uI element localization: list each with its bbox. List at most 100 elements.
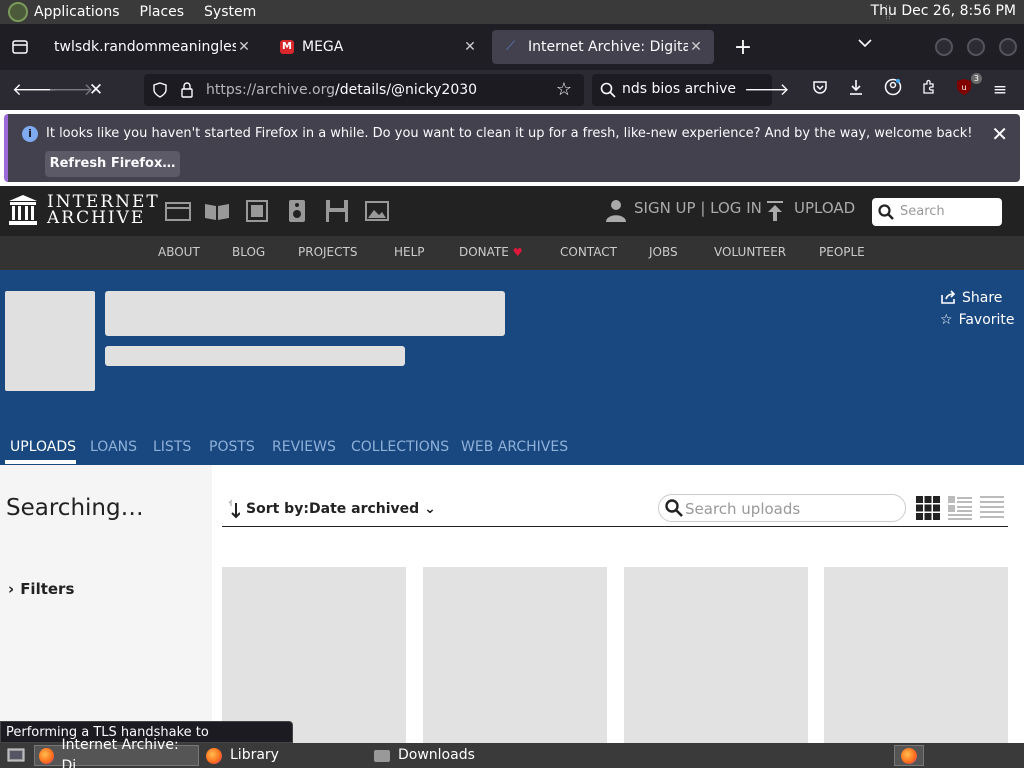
close-icon[interactable]: ✕ bbox=[688, 39, 704, 55]
upload-icon bbox=[767, 201, 783, 221]
video-film-icon[interactable] bbox=[244, 200, 270, 222]
subnav-about[interactable]: ABOUT bbox=[158, 245, 200, 259]
grid-view-icon[interactable] bbox=[916, 496, 940, 520]
searching-status: Searching… bbox=[6, 495, 144, 521]
tab-title: Internet Archive: Digital Libr bbox=[528, 39, 688, 55]
ia-logo-text[interactable]: INTERNET ARCHIVE bbox=[47, 194, 160, 227]
internet-archive-icon: ⟋ bbox=[506, 39, 516, 54]
stop-loading-icon[interactable]: ✕ bbox=[84, 78, 108, 102]
result-card-placeholder bbox=[824, 567, 1008, 747]
refresh-firefox-button[interactable]: Refresh Firefox… bbox=[45, 151, 180, 177]
search-uploads-input[interactable]: Search uploads bbox=[658, 494, 906, 522]
chevron-right-icon: › bbox=[8, 580, 15, 598]
url-bar[interactable]: https://archive.org/details/@nicky2030 ☆ bbox=[144, 74, 584, 106]
tab-uploads[interactable]: UPLOADS bbox=[10, 439, 76, 455]
share-icon bbox=[941, 290, 956, 304]
profile-banner: Share ☆ Favorite UPLOADS LOANS LISTS POST… bbox=[0, 270, 1024, 465]
tab-loans[interactable]: LOANS bbox=[90, 439, 137, 455]
navigation-bar: 🡐 🡒 ✕ https://archive.org/details/@nicky… bbox=[0, 70, 1024, 110]
forward-arrow-icon[interactable]: 🡒 bbox=[48, 78, 94, 102]
lock-icon[interactable] bbox=[180, 82, 194, 98]
taskbar-item-downloads[interactable]: Downloads bbox=[370, 745, 535, 766]
subnav-volunteer[interactable]: VOLUNTEER bbox=[714, 245, 786, 259]
clock[interactable]: Thu Dec 26, 8:56 PM bbox=[871, 3, 1016, 19]
tab-twlsdk[interactable]: twlsdk.randommeaninglesscha ✕ bbox=[40, 30, 262, 64]
close-icon[interactable]: ✕ bbox=[462, 39, 478, 55]
url-text[interactable]: https://archive.org/details/@nicky2030 bbox=[206, 82, 477, 98]
mega-icon: M bbox=[280, 40, 294, 54]
search-icon bbox=[600, 82, 616, 98]
name-placeholder bbox=[105, 291, 505, 336]
pocket-icon[interactable] bbox=[808, 78, 832, 102]
tab-posts[interactable]: POSTS bbox=[209, 439, 255, 455]
new-tab-button[interactable]: + bbox=[728, 35, 758, 60]
compact-list-view-icon[interactable] bbox=[980, 496, 1004, 520]
taskbar-item-internet-archive[interactable]: Internet Archive: Di… bbox=[34, 737, 199, 768]
images-icon[interactable] bbox=[364, 200, 390, 222]
chevron-down-icon: ⌄ bbox=[424, 501, 436, 517]
tab-reviews[interactable]: REVIEWS bbox=[272, 439, 336, 455]
distro-logo-icon[interactable] bbox=[8, 2, 28, 22]
go-arrow-icon[interactable]: 🡒 bbox=[744, 78, 790, 102]
favorite-button[interactable]: ☆ Favorite bbox=[940, 312, 1015, 328]
list-all-tabs-chevron-icon[interactable] bbox=[858, 36, 872, 52]
sort-direction-icon[interactable] bbox=[228, 499, 240, 519]
hamburger-menu-icon[interactable]: ≡ bbox=[988, 78, 1012, 102]
tab-internet-archive[interactable]: ⟋ Internet Archive: Digital Libr ✕ bbox=[492, 30, 714, 64]
menu-applications[interactable]: Applications bbox=[34, 4, 120, 20]
internet-archive-logo-icon[interactable] bbox=[8, 194, 38, 226]
firefox-view-button[interactable] bbox=[0, 27, 40, 67]
ublock-origin-icon[interactable]: u 3 bbox=[952, 73, 982, 102]
tab-collections[interactable]: COLLECTIONS bbox=[351, 439, 449, 455]
result-card-placeholder bbox=[624, 567, 808, 747]
subnav-people[interactable]: PEOPLE bbox=[819, 245, 865, 259]
menu-system[interactable]: System bbox=[204, 4, 256, 20]
firefox-view-icon bbox=[12, 40, 28, 54]
subnav-contact[interactable]: CONTACT bbox=[560, 245, 617, 259]
audio-speaker-icon[interactable] bbox=[284, 200, 310, 222]
list-detail-view-icon[interactable] bbox=[948, 496, 972, 520]
extensions-puzzle-icon[interactable] bbox=[917, 78, 941, 102]
show-desktop-button[interactable] bbox=[2, 745, 30, 766]
search-bar[interactable]: nds bios archive 🡒 bbox=[592, 74, 790, 106]
close-icon[interactable]: ✕ bbox=[236, 39, 252, 55]
account-icon[interactable] bbox=[881, 78, 905, 102]
web-icon[interactable] bbox=[165, 200, 191, 222]
left-sidebar: Searching… › Filters bbox=[0, 465, 212, 743]
texts-book-icon[interactable] bbox=[204, 200, 230, 222]
upload-link[interactable]: UPLOAD bbox=[794, 199, 855, 217]
tab-lists[interactable]: LISTS bbox=[153, 439, 191, 455]
search-icon bbox=[665, 499, 683, 517]
svg-text:u: u bbox=[961, 83, 966, 92]
taskbar-item-library[interactable]: Library bbox=[202, 745, 367, 766]
ia-search-input[interactable]: Search bbox=[872, 198, 1002, 226]
subnav-projects[interactable]: PROJECTS bbox=[298, 245, 357, 259]
subnav-jobs[interactable]: JOBS bbox=[649, 245, 678, 259]
software-floppy-icon[interactable] bbox=[324, 200, 350, 222]
maximize-button[interactable] bbox=[967, 38, 985, 56]
subnav-blog[interactable]: BLOG bbox=[232, 245, 265, 259]
minimize-button[interactable] bbox=[935, 38, 953, 56]
downloads-icon[interactable] bbox=[844, 78, 868, 102]
share-button[interactable]: Share bbox=[940, 290, 1002, 306]
subnav-donate[interactable]: DONATE ♥ bbox=[459, 245, 523, 259]
avatar-placeholder bbox=[5, 291, 95, 391]
firefox-icon bbox=[39, 747, 54, 764]
menu-places[interactable]: Places bbox=[140, 4, 185, 20]
workspace-switcher[interactable] bbox=[894, 745, 924, 766]
sort-bar: Sort by: Date archived ⌄ Search uploads bbox=[222, 491, 1008, 527]
shield-icon[interactable] bbox=[152, 82, 168, 98]
taskbar: Internet Archive: Di… Library Downloads bbox=[0, 737, 1024, 768]
subnav-help[interactable]: HELP bbox=[394, 245, 425, 259]
back-arrow-icon[interactable]: 🡐 bbox=[12, 78, 58, 102]
tab-title: MEGA bbox=[302, 39, 344, 55]
filters-toggle[interactable]: › Filters bbox=[8, 580, 74, 598]
close-window-button[interactable] bbox=[999, 38, 1017, 56]
sort-dropdown[interactable]: Date archived ⌄ bbox=[309, 501, 436, 517]
tab-web-archives[interactable]: WEB ARCHIVES bbox=[461, 439, 568, 455]
uploads-content: Searching… › Filters Sort by: Date archiv… bbox=[0, 465, 1024, 747]
tab-mega[interactable]: M MEGA ✕ bbox=[266, 30, 488, 64]
close-icon[interactable]: ✕ bbox=[991, 122, 1008, 146]
signup-login-link[interactable]: SIGN UP | LOG IN bbox=[634, 199, 762, 217]
bookmark-star-icon[interactable]: ☆ bbox=[552, 78, 576, 102]
